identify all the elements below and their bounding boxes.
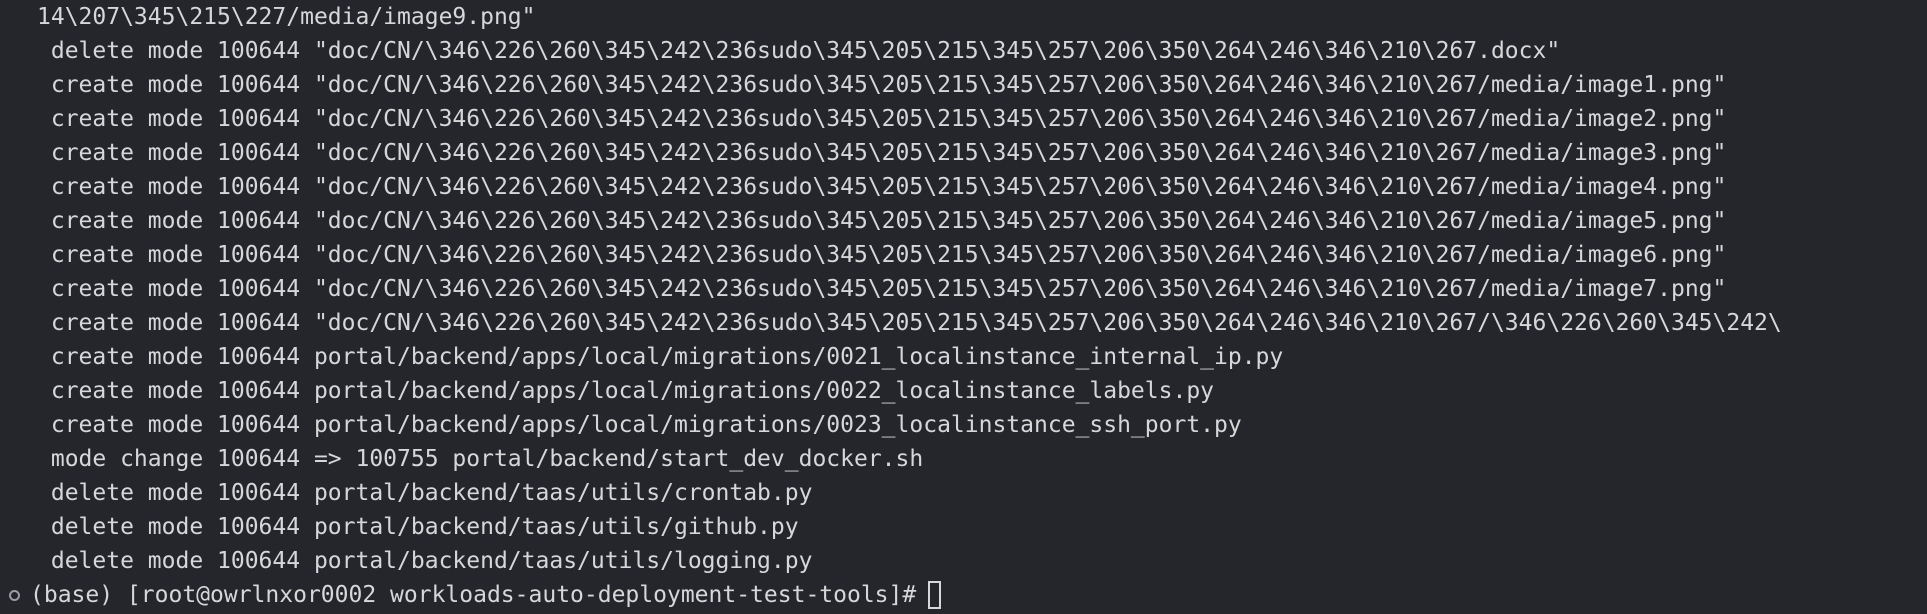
terminal-output-line: delete mode 100644 portal/backend/taas/u… — [37, 480, 813, 506]
terminal-output-line: create mode 100644 "doc/CN/\346\226\260\… — [37, 310, 1782, 336]
terminal-output-line: delete mode 100644 "doc/CN/\346\226\260\… — [37, 38, 1561, 64]
terminal-output-line: delete mode 100644 portal/backend/taas/u… — [37, 548, 813, 574]
terminal-output-line: create mode 100644 "doc/CN/\346\226\260\… — [37, 106, 1727, 132]
terminal-output-line: delete mode 100644 portal/backend/taas/u… — [37, 514, 799, 540]
terminal-output-line: create mode 100644 portal/backend/apps/l… — [37, 412, 1242, 438]
terminal-output-line: create mode 100644 "doc/CN/\346\226\260\… — [37, 140, 1727, 166]
terminal-output-line: create mode 100644 portal/backend/apps/l… — [37, 378, 1215, 404]
terminal-output-line: create mode 100644 "doc/CN/\346\226\260\… — [37, 242, 1727, 268]
terminal-output-line: create mode 100644 portal/backend/apps/l… — [37, 344, 1284, 370]
terminal-output-line: create mode 100644 "doc/CN/\346\226\260\… — [37, 174, 1727, 200]
circle-status-icon — [9, 589, 20, 601]
terminal-output-line: 14\207\345\215\227/media/image9.png" — [37, 4, 536, 30]
shell-prompt: (base) [root@owrlnxor0002 workloads-auto… — [30, 582, 917, 608]
terminal-output-line: create mode 100644 "doc/CN/\346\226\260\… — [37, 208, 1727, 234]
terminal-output-line: create mode 100644 "doc/CN/\346\226\260\… — [37, 276, 1727, 302]
block-cursor-icon[interactable] — [928, 581, 942, 609]
terminal-output-line: create mode 100644 "doc/CN/\346\226\260\… — [37, 72, 1727, 98]
terminal-prompt-line[interactable]: (base) [root@owrlnxor0002 workloads-auto… — [0, 578, 1927, 612]
terminal-output-line: mode change 100644 => 100755 portal/back… — [37, 446, 924, 472]
terminal-panel[interactable]: 14\207\345\215\227/media/image9.png" del… — [0, 0, 1927, 614]
